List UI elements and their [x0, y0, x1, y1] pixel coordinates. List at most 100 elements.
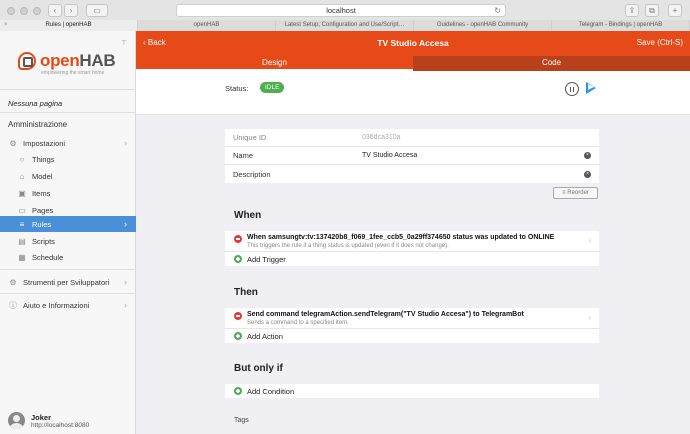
tags-label: Tags	[234, 417, 249, 424]
chevron-right-icon: ›	[124, 300, 127, 310]
uid-label: Unique ID	[233, 133, 267, 142]
save-button[interactable]: Save (Ctrl-S)	[637, 38, 683, 47]
tab-design[interactable]: Design	[136, 56, 413, 71]
rules-icon: ≡	[19, 219, 25, 229]
share-button[interactable]: ⇪	[625, 4, 639, 17]
description-label: Description	[233, 169, 271, 179]
clear-icon[interactable]: ×	[584, 152, 591, 159]
tools-icon: ⚙	[9, 277, 17, 287]
user-url: http://localhost:8080	[31, 421, 90, 429]
browser-tab[interactable]: × Rules | openHAB	[0, 20, 138, 31]
uid-value: 036dca310a	[362, 134, 401, 141]
actions-card: Send command telegramAction.sendTelegram…	[225, 308, 599, 343]
browser-tab[interactable]: Telegram - Bindings | openHAB	[552, 20, 690, 31]
minimize-window-button[interactable]	[20, 7, 28, 15]
reload-icon[interactable]: ↻	[494, 5, 501, 16]
close-tab-icon[interactable]: ×	[4, 20, 8, 30]
divider	[0, 293, 136, 294]
action-description: Sends a command to a specified item.	[247, 320, 349, 326]
rule-properties-card: Unique ID 036dca310a Name TV Studio Acce…	[225, 129, 599, 183]
openhab-logo-icon	[18, 52, 36, 70]
browser-tab[interactable]: Latest Setup, Configuration and Use/Scri…	[276, 20, 414, 31]
divider	[0, 269, 136, 270]
user-name: Joker	[31, 412, 52, 422]
list-item[interactable]: Send command telegramAction.sendTelegram…	[225, 308, 599, 329]
list-item[interactable]: When samsungtv:tv:137420b8_f069_1fee_ccb…	[225, 231, 599, 252]
url-text: localhost	[326, 6, 356, 15]
sidebar-item-scripts[interactable]: ▤ Scripts	[0, 233, 136, 249]
tab-strip: × Rules | openHAB openHAB Latest Setup, C…	[0, 20, 690, 31]
sidebar: ⊤ openHAB empowering the smart home Ness…	[0, 31, 136, 434]
pin-icon[interactable]: ⊤	[121, 39, 127, 47]
browser-tab[interactable]: openHAB	[138, 20, 276, 31]
show-tabs-button[interactable]: ⧉	[645, 4, 659, 17]
navbar: ‹ Back TV Studio Accesa Save (Ctrl-S)	[136, 31, 690, 56]
section-admin-title: Amministrazione	[8, 120, 68, 129]
uid-row: Unique ID 036dca310a	[225, 129, 599, 147]
when-heading: When	[234, 210, 262, 221]
browser-chrome: ‹ › ▭ localhost ↻ ⇪ ⧉ + × Rules | openHAB…	[0, 0, 690, 31]
info-icon: ⓘ	[9, 300, 17, 310]
sidebar-item-schedule[interactable]: ▦ Schedule	[0, 249, 136, 265]
mode-tabs: Design Code	[136, 56, 690, 71]
divider	[0, 112, 136, 113]
name-field[interactable]: TV Studio Accesa	[362, 152, 417, 159]
name-label: Name	[233, 151, 254, 160]
sidebar-item-items[interactable]: ▣ Items	[0, 185, 136, 201]
play-icon[interactable]	[586, 82, 596, 94]
status-badge: IDLE	[260, 82, 285, 93]
lightbulb-icon: ○	[19, 154, 25, 164]
model-icon: ⌂	[19, 171, 25, 181]
close-window-button[interactable]	[7, 7, 15, 15]
chevron-right-icon: ›	[124, 138, 127, 148]
sidebar-item-help[interactable]: ⓘ Aiuto e Informazioni ›	[0, 297, 136, 313]
remove-icon[interactable]	[234, 312, 242, 320]
then-heading: Then	[234, 287, 258, 298]
reorder-button[interactable]: ≡ Reorder	[553, 187, 598, 199]
clear-icon[interactable]: ×	[584, 170, 591, 178]
name-row[interactable]: Name TV Studio Accesa ×	[225, 147, 599, 165]
tab-code[interactable]: Code	[413, 56, 690, 71]
user-profile[interactable]: Joker http://localhost:8080	[8, 412, 89, 429]
status-label: Status:	[225, 84, 249, 93]
description-row[interactable]: Description ×	[225, 165, 599, 183]
items-icon: ▣	[18, 188, 26, 198]
remove-icon[interactable]	[234, 235, 242, 243]
add-condition-button[interactable]: Add Condition	[225, 384, 599, 398]
conditions-card: Add Condition	[225, 384, 599, 398]
triggers-card: When samsungtv:tv:137420b8_f069_1fee_ccb…	[225, 231, 599, 266]
no-page-label: Nessuna pagina	[8, 99, 63, 108]
chevron-right-icon: ›	[124, 219, 127, 229]
sidebar-item-dev-tools[interactable]: ⚙ Strumenti per Sviluppatori ›	[0, 274, 136, 290]
sidebar-item-model[interactable]: ⌂ Model	[0, 168, 136, 184]
pages-icon: ▭	[18, 205, 26, 215]
only-if-heading: But only if	[234, 363, 283, 374]
new-tab-button[interactable]: +	[668, 4, 682, 17]
add-action-button[interactable]: Add Action	[225, 329, 599, 343]
window-controls[interactable]	[7, 7, 41, 15]
chevron-right-icon: ›	[124, 277, 127, 287]
openhab-logo[interactable]: openHAB	[18, 51, 116, 71]
sidebar-item-rules[interactable]: ≡ Rules ›	[0, 216, 136, 232]
trigger-title: When samsungtv:tv:137420b8_f069_1fee_ccb…	[247, 234, 555, 241]
browser-forward-button[interactable]: ›	[64, 4, 78, 17]
status-bar: Status: IDLE	[136, 71, 690, 115]
sidebar-toggle-button[interactable]: ▭	[86, 4, 108, 17]
brand-tagline: empowering the smart home	[41, 70, 105, 76]
browser-tab[interactable]: Guidelines - openHAB Community	[414, 20, 552, 31]
add-icon	[234, 255, 242, 263]
add-trigger-button[interactable]: Add Trigger	[225, 252, 599, 266]
gear-icon: ⚙	[9, 138, 17, 148]
browser-back-button[interactable]: ‹	[48, 4, 62, 17]
action-title: Send command telegramAction.sendTelegram…	[247, 311, 524, 318]
calendar-icon: ▦	[18, 252, 26, 262]
divider	[0, 89, 136, 90]
url-bar[interactable]: localhost ↻	[176, 4, 506, 17]
zoom-window-button[interactable]	[33, 7, 41, 15]
page-title: TV Studio Accesa	[377, 38, 449, 48]
sidebar-item-impostazioni[interactable]: ⚙ Impostazioni ›	[0, 135, 136, 151]
chevron-right-icon: ›	[588, 313, 591, 322]
pause-icon[interactable]	[565, 82, 579, 96]
trigger-description: This triggers the rule if a thing status…	[247, 243, 449, 249]
sidebar-item-things[interactable]: ○ Things	[0, 151, 136, 167]
